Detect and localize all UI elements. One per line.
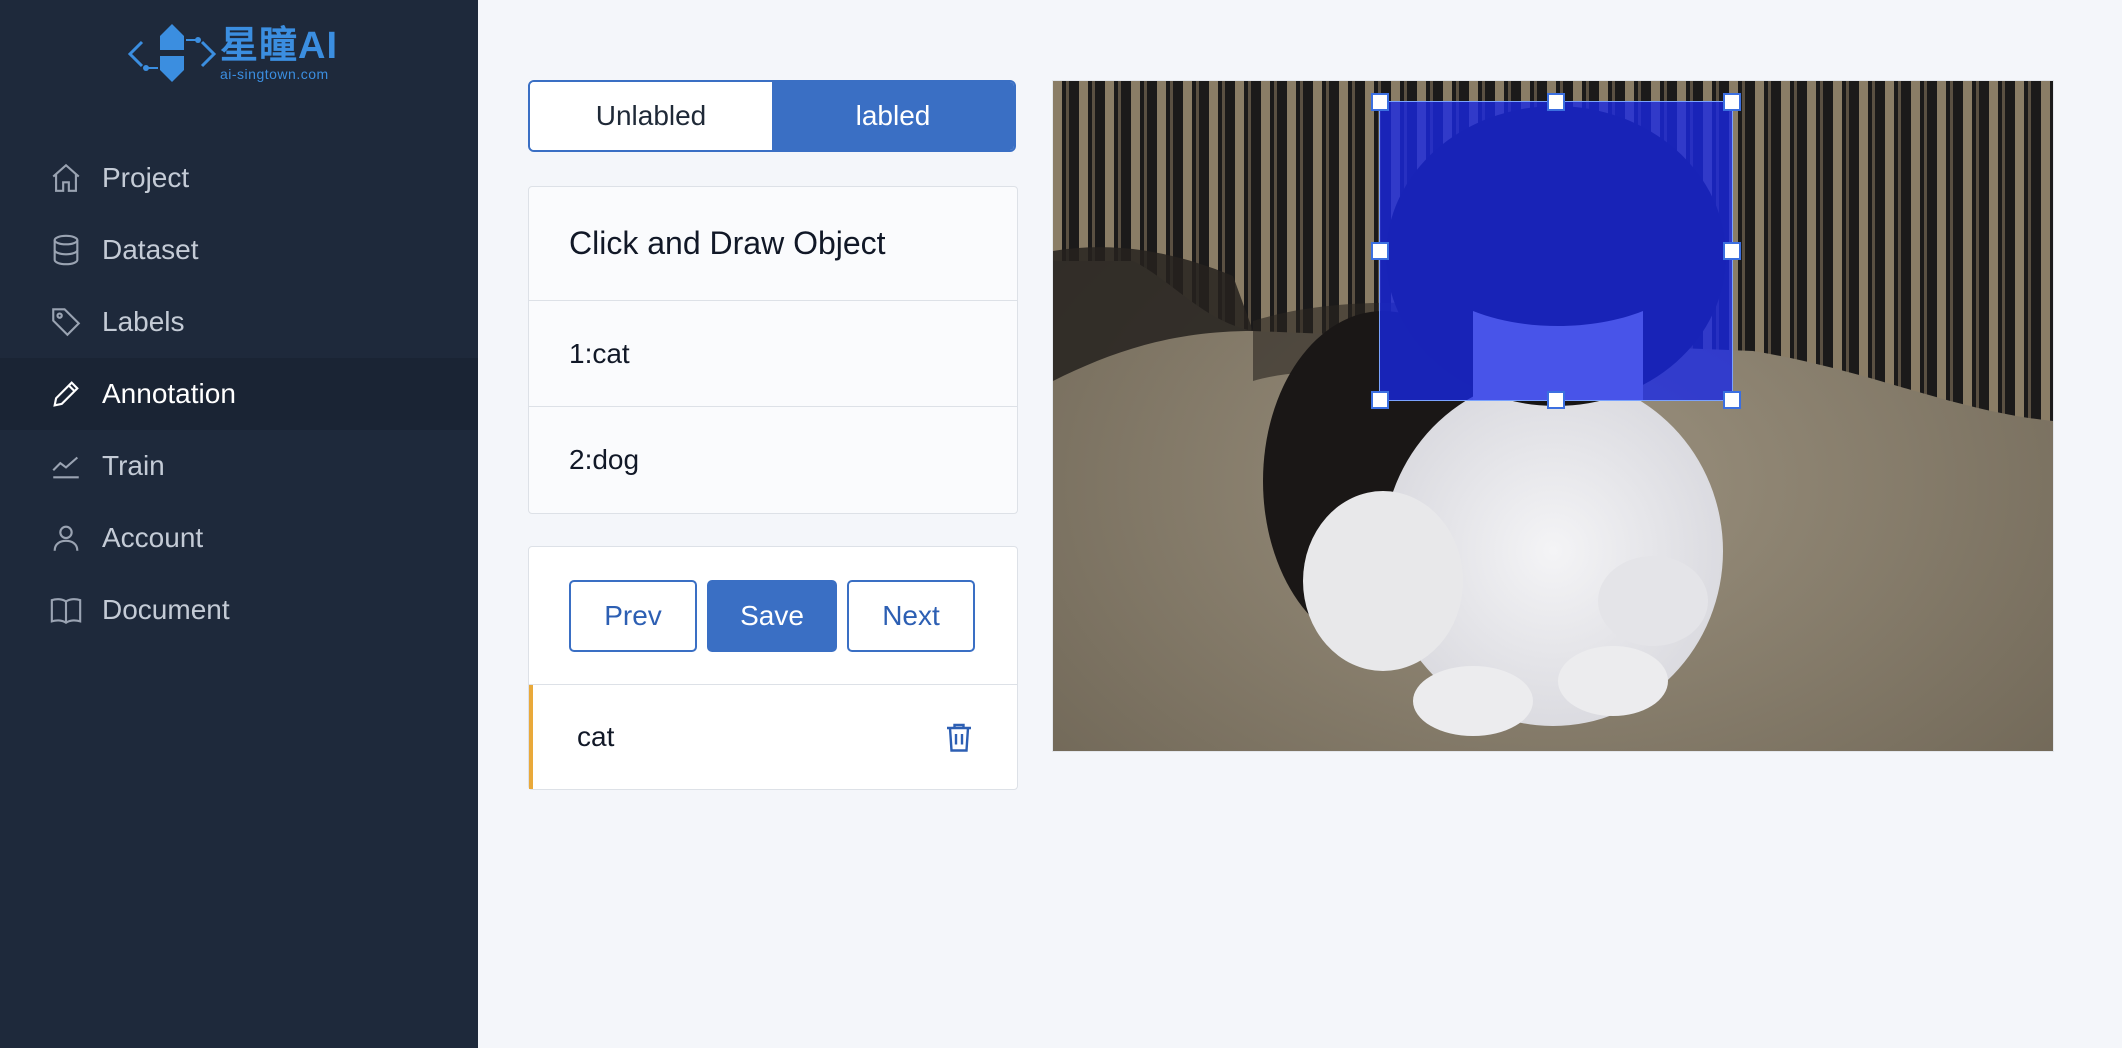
sidebar-item-label: Project: [102, 162, 190, 193]
user-icon: [48, 520, 84, 556]
bounding-box-cat[interactable]: [1371, 93, 1741, 409]
annotation-canvas[interactable]: [1052, 80, 2054, 752]
sidebar: 星瞳AI ai-singtown.com Project Dataset Lab…: [0, 0, 478, 1048]
main-content: Unlabled labled Click and Draw Object 1:…: [478, 0, 2122, 1048]
resize-handle-left[interactable]: [1371, 242, 1389, 260]
labels-panel: Click and Draw Object 1:cat 2:dog: [528, 186, 1018, 514]
next-button[interactable]: Next: [847, 579, 975, 652]
trash-icon[interactable]: [941, 719, 977, 755]
book-icon: [48, 592, 84, 628]
sidebar-item-account[interactable]: Account: [0, 502, 478, 574]
annotation-item[interactable]: cat: [529, 685, 1017, 789]
sidebar-item-dataset[interactable]: Dataset: [0, 214, 478, 286]
logo-url-text: ai-singtown.com: [220, 66, 329, 82]
sidebar-item-train[interactable]: Train: [0, 430, 478, 502]
tag-icon: [48, 304, 84, 340]
save-button[interactable]: Save: [707, 579, 837, 652]
resize-handle-bottom[interactable]: [1547, 391, 1565, 409]
actions-panel: Prev Save Next cat: [528, 546, 1018, 790]
chart-line-icon: [48, 448, 84, 484]
database-icon: [48, 232, 84, 268]
logo-icon: [127, 24, 217, 82]
labels-panel-title: Click and Draw Object: [529, 187, 1017, 301]
logo[interactable]: 星瞳AI ai-singtown.com: [126, 20, 356, 88]
sidebar-item-label: Annotation: [102, 378, 236, 409]
resize-handle-bottom-left[interactable]: [1371, 391, 1389, 409]
pencil-icon: [48, 376, 84, 412]
sidebar-item-label: Train: [102, 450, 165, 481]
sidebar-item-annotation[interactable]: Annotation: [0, 358, 478, 430]
logo-brand-text: 星瞳AI: [220, 25, 339, 67]
sidebar-item-label: Labels: [102, 306, 185, 337]
sidebar-item-labels[interactable]: Labels: [0, 286, 478, 358]
label-option-dog[interactable]: 2:dog: [529, 407, 1017, 513]
sidebar-item-label: Account: [102, 522, 204, 553]
prev-button[interactable]: Prev: [569, 579, 697, 652]
resize-handle-top-left[interactable]: [1371, 93, 1389, 111]
sidebar-item-label: Dataset: [102, 234, 199, 265]
tab-unlabeled[interactable]: Unlabled: [530, 82, 772, 150]
label-filter-tabs: Unlabled labled: [528, 80, 1016, 152]
label-option-cat[interactable]: 1:cat: [529, 301, 1017, 407]
resize-handle-bottom-right[interactable]: [1723, 391, 1741, 409]
navigation-buttons: Prev Save Next: [529, 547, 1017, 685]
sidebar-item-project[interactable]: Project: [0, 142, 478, 214]
resize-handle-top[interactable]: [1547, 93, 1565, 111]
sidebar-nav: Project Dataset Labels Annotation Train: [0, 142, 478, 646]
sidebar-item-document[interactable]: Document: [0, 574, 478, 646]
resize-handle-right[interactable]: [1723, 242, 1741, 260]
resize-handle-top-right[interactable]: [1723, 93, 1741, 111]
annotation-label: cat: [577, 721, 615, 752]
tab-labeled[interactable]: labled: [772, 82, 1014, 150]
home-icon: [48, 160, 84, 196]
sidebar-item-label: Document: [102, 594, 230, 625]
